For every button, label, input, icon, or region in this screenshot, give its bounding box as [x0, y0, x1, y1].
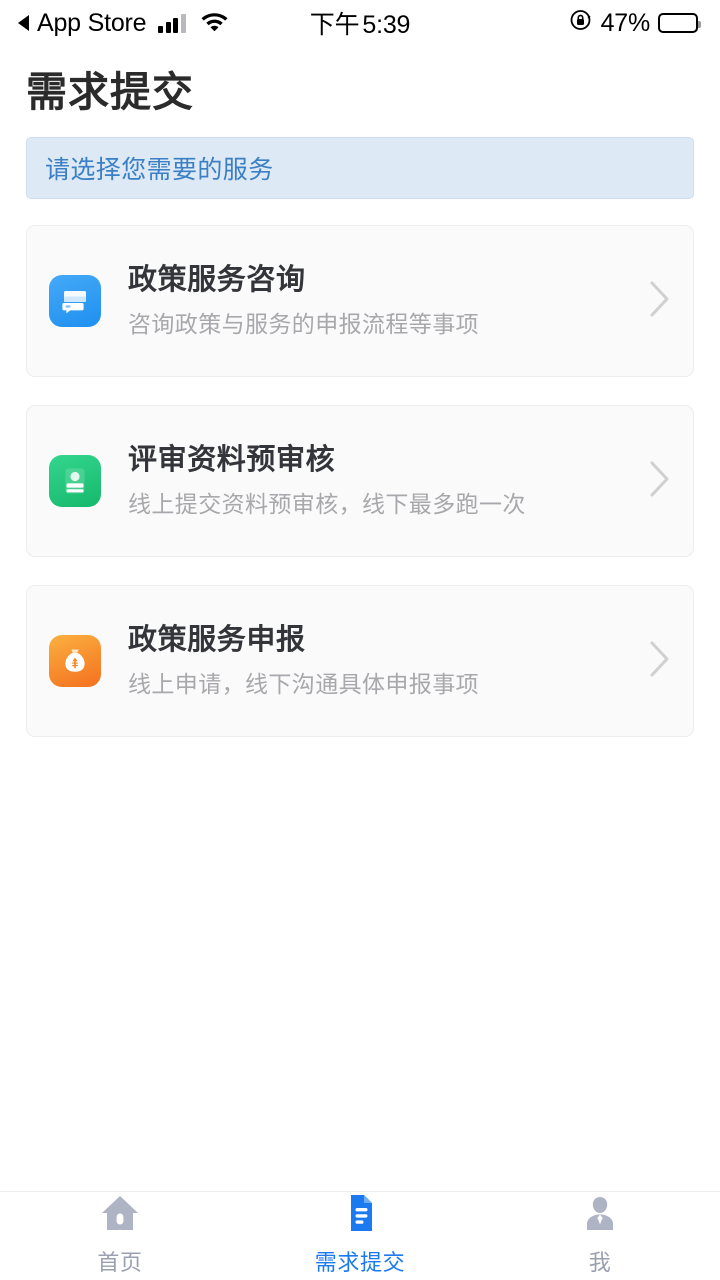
service-card-material-precheck[interactable]: 评审资料预审核 线上提交资料预审核，线下最多跑一次: [26, 405, 694, 558]
clock-ampm: 下午: [309, 11, 360, 39]
back-caret-icon[interactable]: [18, 15, 29, 31]
money-bag-icon: [49, 635, 101, 688]
back-app-label[interactable]: App Store: [37, 9, 147, 38]
service-card-list: 政策服务咨询 咨询政策与服务的申报流程等事项 评审资料预审核 线上提交资料预审核…: [0, 225, 720, 738]
card-text-group: 政策服务咨询 咨询政策与服务的申报流程等事项: [128, 264, 637, 339]
person-icon: [579, 1193, 621, 1238]
tab-label-demand-submit: 需求提交: [314, 1250, 406, 1275]
rotation-lock-icon: [569, 8, 593, 39]
service-card-policy-apply[interactable]: 政策服务申报 线上申请，线下沟通具体申报事项: [26, 585, 694, 738]
document-icon: [339, 1193, 381, 1238]
battery-percent-label: 47%: [600, 8, 651, 37]
home-icon: [99, 1193, 141, 1238]
status-bar: App Store 下午 5:39 47%: [0, 0, 720, 46]
service-card-policy-consult[interactable]: 政策服务咨询 咨询政策与服务的申报流程等事项: [26, 225, 694, 378]
id-card-person-icon: [49, 455, 101, 508]
chevron-right-icon[interactable]: [649, 280, 671, 323]
signal-bars-icon: [158, 13, 186, 33]
service-subtitle: 咨询政策与服务的申报流程等事项: [128, 311, 479, 338]
chevron-right-icon[interactable]: [649, 640, 671, 683]
tab-profile[interactable]: 我: [480, 1192, 720, 1280]
wifi-icon: [200, 9, 229, 38]
card-text-group: 评审资料预审核 线上提交资料预审核，线下最多跑一次: [128, 444, 637, 519]
card-text-group: 政策服务申报 线上申请，线下沟通具体申报事项: [128, 624, 637, 699]
service-title: 评审资料预审核: [128, 443, 336, 476]
chevron-right-icon[interactable]: [649, 460, 671, 503]
page-title: 需求提交: [26, 69, 194, 115]
tab-label-home: 首页: [97, 1250, 143, 1275]
status-bar-right: 47%: [569, 8, 701, 39]
service-title: 政策服务咨询: [128, 263, 306, 296]
service-subtitle: 线上申请，线下沟通具体申报事项: [128, 671, 479, 698]
tab-home[interactable]: 首页: [0, 1192, 240, 1280]
bottom-tab-bar: 首页 需求提交 我: [0, 1191, 720, 1280]
notice-banner: 请选择您需要的服务: [26, 137, 694, 200]
service-subtitle: 线上提交资料预审核，线下最多跑一次: [128, 491, 526, 518]
tab-demand-submit[interactable]: 需求提交: [240, 1192, 480, 1280]
status-bar-left[interactable]: App Store: [18, 9, 229, 38]
battery-icon: [658, 13, 701, 33]
notice-text: 请选择您需要的服务: [45, 156, 274, 185]
clock-time: 5:39: [362, 11, 411, 39]
tab-label-profile: 我: [588, 1250, 612, 1275]
service-title: 政策服务申报: [128, 623, 306, 656]
chat-bubble-icon: [49, 275, 101, 328]
